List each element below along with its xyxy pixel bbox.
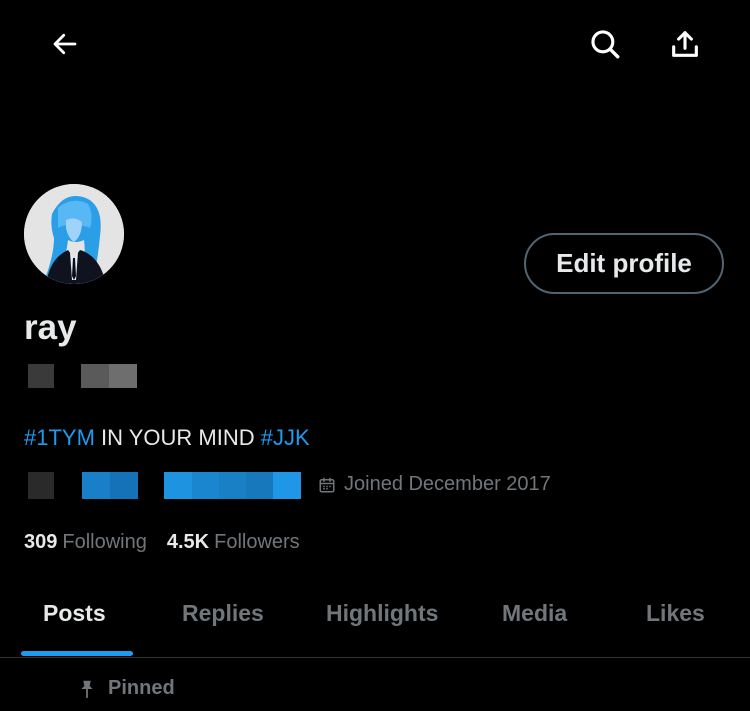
tab-media[interactable]: Media <box>502 597 567 629</box>
bio: #1TYM IN YOUR MIND #JJK <box>24 424 310 452</box>
following-count: 309 <box>24 531 58 553</box>
joined-label: Joined December 2017 <box>344 473 551 495</box>
bio-hashtag-jjk[interactable]: #JJK <box>261 425 310 450</box>
redacted-location <box>28 472 54 499</box>
following-link[interactable]: 309 Following <box>24 529 147 555</box>
joined-date: Joined December 2017 <box>318 473 551 496</box>
search-icon <box>591 30 620 59</box>
calendar-icon <box>319 477 335 492</box>
share-upload-icon <box>672 31 698 57</box>
bio-hashtag-1tym[interactable]: #1TYM <box>24 425 95 450</box>
tab-likes[interactable]: Likes <box>646 597 705 629</box>
share-button[interactable] <box>655 14 715 74</box>
avatar-image <box>24 184 124 284</box>
active-tab-indicator <box>21 651 133 656</box>
follow-stats: 309 Following 4.5K Followers <box>24 529 300 555</box>
redacted-handle <box>28 364 138 388</box>
search-button[interactable] <box>575 14 635 74</box>
following-label: Following <box>62 531 147 553</box>
back-button[interactable] <box>35 14 95 74</box>
avatar[interactable] <box>24 184 124 284</box>
tab-replies[interactable]: Replies <box>182 597 264 629</box>
tabs-divider <box>0 657 750 658</box>
bio-text: IN YOUR MIND <box>94 425 261 450</box>
followers-link[interactable]: 4.5K Followers <box>167 529 300 555</box>
edit-profile-button[interactable]: Edit profile <box>524 233 724 294</box>
arrow-left-icon <box>53 33 77 55</box>
redacted-website <box>164 472 301 499</box>
pinned-label-row: Pinned <box>78 677 175 700</box>
tab-highlights[interactable]: Highlights <box>326 597 438 629</box>
followers-label: Followers <box>214 531 300 553</box>
pinned-label: Pinned <box>108 677 175 699</box>
followers-count: 4.5K <box>166 531 210 553</box>
redacted-link <box>82 472 138 499</box>
pin-icon <box>81 680 93 698</box>
display-name: ray <box>24 308 77 347</box>
tab-posts[interactable]: Posts <box>43 597 106 629</box>
